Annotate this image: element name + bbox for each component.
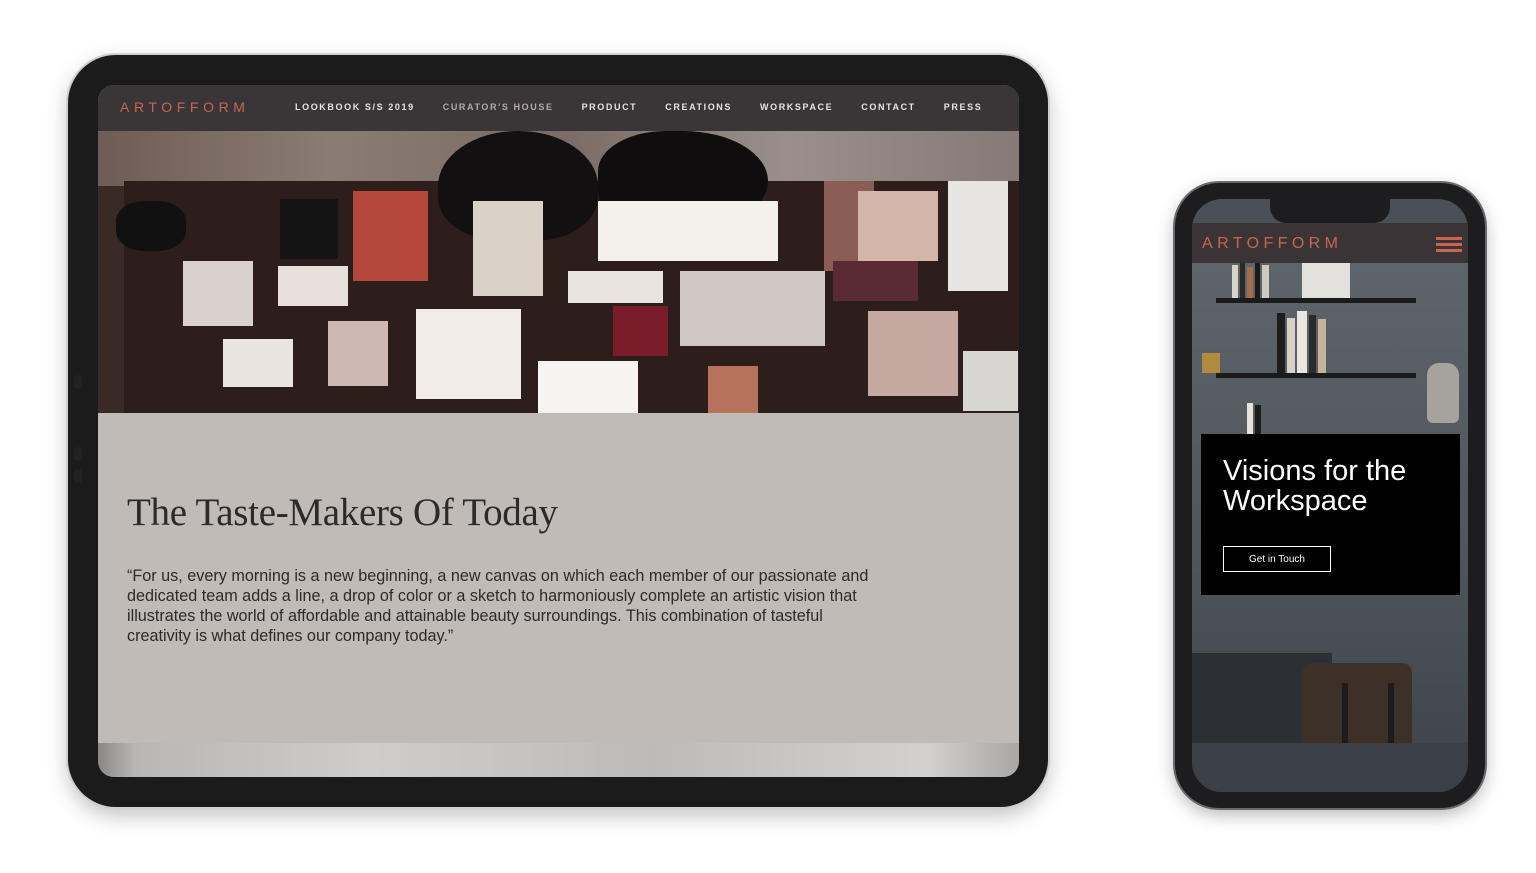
brand-logo[interactable]: ARTOFFORM [1202, 235, 1342, 253]
nav-item-workspace[interactable]: WORKSPACE [760, 102, 833, 112]
hero-headline: Visions for the Workspace [1223, 455, 1407, 517]
phone-screen: ARTOFFORM Visions for the Workspace Get … [1192, 199, 1468, 792]
nav-item-curators-house[interactable]: CURATOR'S HOUSE [443, 102, 554, 112]
company-quote: “For us, every morning is a new beginnin… [127, 567, 869, 645]
nav-item-lookbook[interactable]: LOOKBOOK S/S 2019 [295, 102, 415, 112]
intro-section: The Taste-Makers Of Today “For us, every… [98, 413, 1019, 743]
tablet-side-button [74, 469, 82, 483]
nav-item-press[interactable]: PRESS [944, 102, 983, 112]
phone-device: ARTOFFORM Visions for the Workspace Get … [1175, 183, 1485, 808]
hero-image [98, 131, 1019, 413]
section-heading: The Taste-Makers Of Today [127, 491, 558, 534]
next-section-preview [98, 743, 1019, 777]
tablet-side-button [74, 375, 82, 389]
tablet-device: ARTOFFORM LOOKBOOK S/S 2019 CURATOR'S HO… [68, 55, 1048, 807]
brand-logo[interactable]: ARTOFFORM [120, 99, 250, 115]
phone-notch [1270, 199, 1390, 223]
nav-item-product[interactable]: PRODUCT [582, 102, 638, 112]
get-in-touch-button[interactable]: Get in Touch [1223, 546, 1331, 572]
tablet-side-button [74, 447, 82, 461]
nav-item-creations[interactable]: CREATIONS [665, 102, 732, 112]
top-navigation: ARTOFFORM LOOKBOOK S/S 2019 CURATOR'S HO… [98, 85, 1019, 131]
hamburger-menu-icon[interactable] [1436, 237, 1462, 252]
tablet-screen: ARTOFFORM LOOKBOOK S/S 2019 CURATOR'S HO… [98, 85, 1019, 777]
hero-card: Visions for the Workspace Get in Touch [1201, 434, 1460, 595]
nav-item-contact[interactable]: CONTACT [861, 102, 916, 112]
mobile-navigation: ARTOFFORM [1192, 223, 1468, 263]
nav-menu: LOOKBOOK S/S 2019 CURATOR'S HOUSE PRODUC… [295, 102, 1010, 112]
